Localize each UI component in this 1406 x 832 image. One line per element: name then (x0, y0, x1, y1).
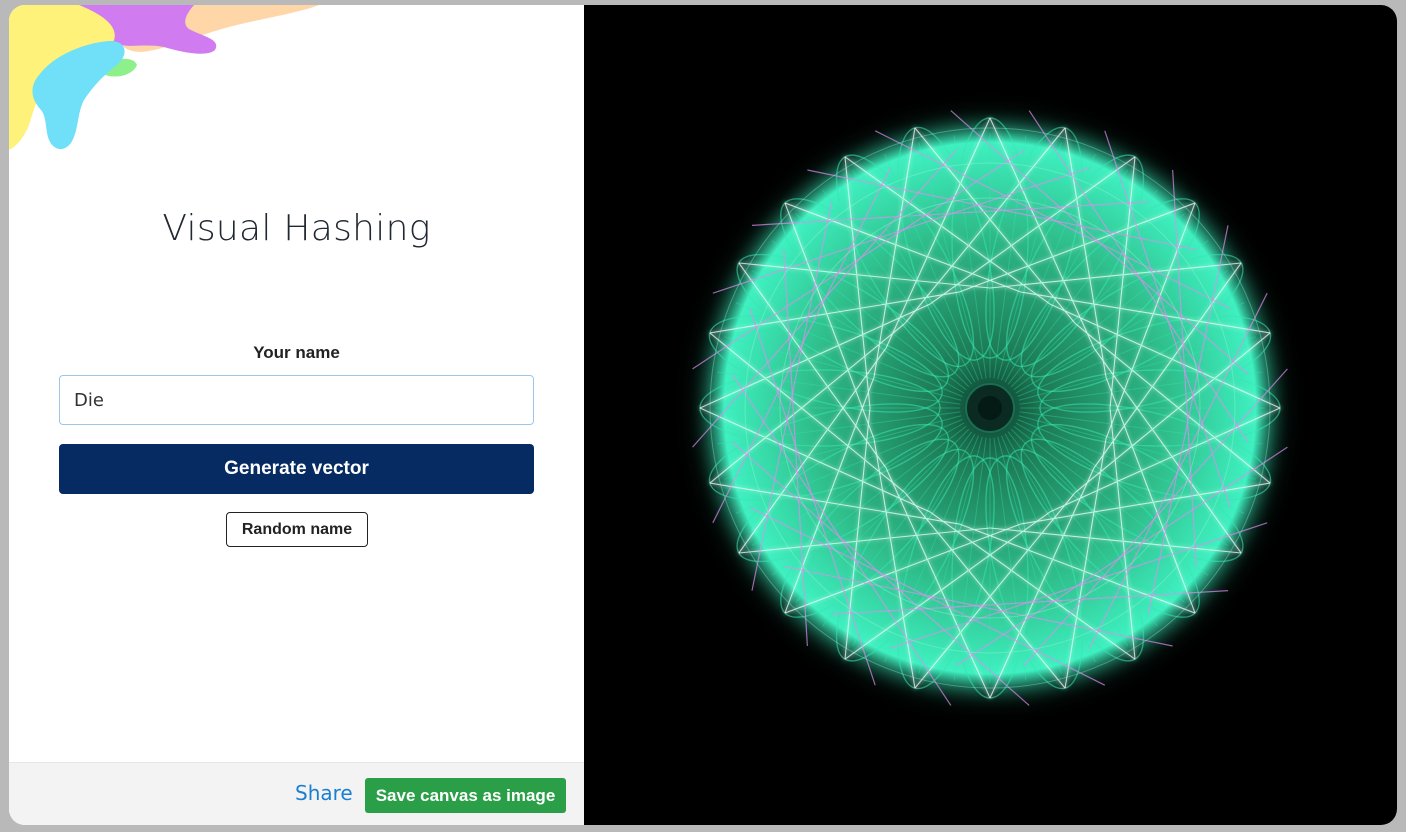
name-label: Your name (253, 343, 340, 362)
generate-vector-button[interactable]: Generate vector (59, 444, 534, 494)
center-dot (978, 396, 1002, 420)
page-title: Visual Hashing (162, 208, 431, 249)
mandala-pattern (672, 90, 1308, 726)
control-panel: Visual Hashing Your name Generate vector… (9, 5, 584, 825)
footer-bar: Share Save canvas as image (9, 762, 584, 825)
name-input[interactable] (59, 375, 534, 425)
share-link[interactable]: Share (295, 781, 353, 805)
save-canvas-button[interactable]: Save canvas as image (365, 778, 566, 813)
random-name-button[interactable]: Random name (226, 512, 368, 547)
visual-hash-canvas[interactable] (584, 5, 1397, 825)
app-window: Visual Hashing Your name Generate vector… (9, 5, 1397, 825)
visual-hash-panel (584, 5, 1397, 825)
decorative-blobs-icon (9, 5, 320, 150)
